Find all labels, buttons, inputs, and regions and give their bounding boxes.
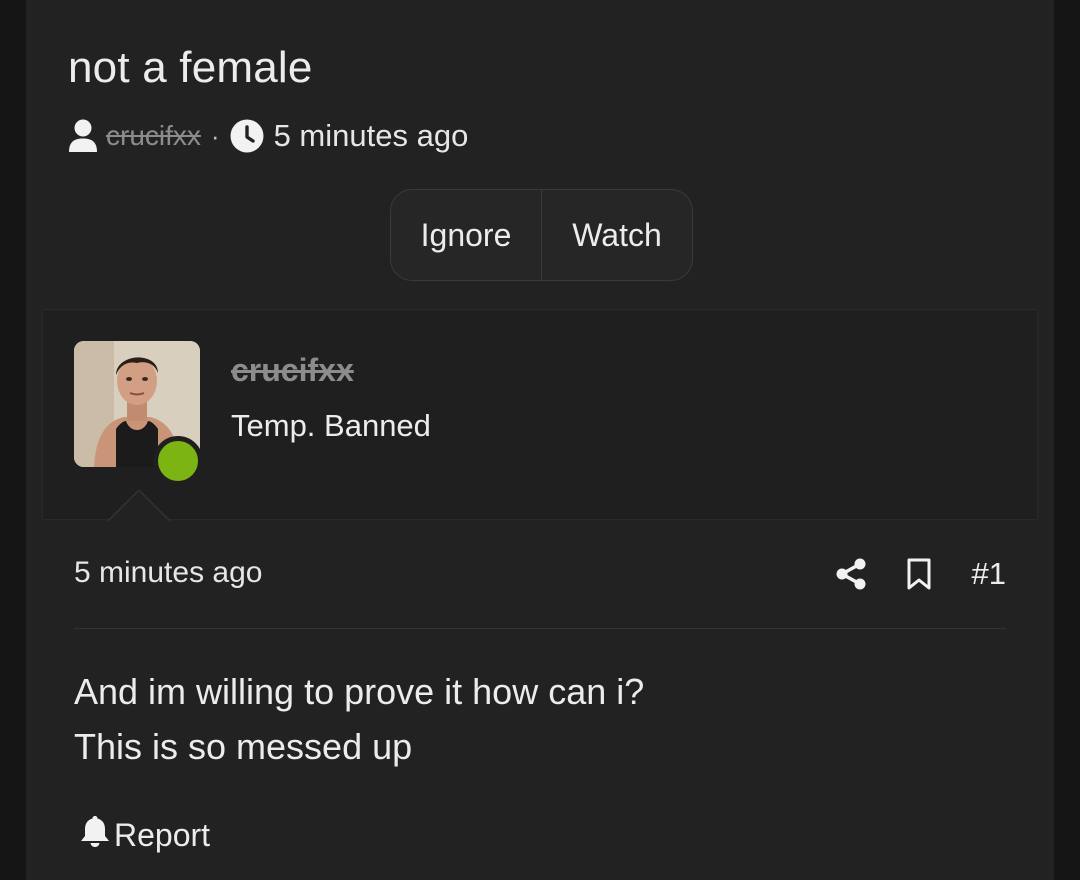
share-icon[interactable] [836,558,866,590]
post-divider [74,628,1006,629]
meta-separator: · [210,120,220,151]
post-username[interactable]: crucifxx [231,352,354,389]
thread-title: not a female [68,43,313,92]
thread-time[interactable]: 5 minutes ago [274,118,469,154]
bell-icon [80,814,110,856]
post-date[interactable]: 5 minutes ago [74,556,262,590]
thread-card: not a female crucifxx · 5 minutes ago Ig… [26,0,1054,880]
online-status-indicator [153,436,203,486]
ignore-button[interactable]: Ignore [391,190,541,280]
post-body: And im willing to prove it how can i? Th… [74,664,1004,774]
thread-action-buttons: Ignore Watch [390,189,693,281]
post-number-link[interactable]: #1 [972,556,1006,592]
page: not a female crucifxx · 5 minutes ago Ig… [0,0,1080,880]
user-icon [68,119,98,153]
clock-icon [230,119,264,153]
watch-button[interactable]: Watch [541,190,692,280]
bookmark-icon[interactable] [906,558,932,590]
post-user-block: crucifxx Temp. Banned [42,309,1038,522]
user-title: Temp. Banned [231,408,431,443]
thread-meta: crucifxx · 5 minutes ago [68,116,468,156]
thread-author-link[interactable]: crucifxx [106,120,201,152]
post-actions: #1 [796,552,1006,596]
post-meta-bar: 5 minutes ago #1 [74,548,1006,600]
post-body-line: This is so messed up [74,726,413,767]
report-label: Report [114,816,211,853]
report-button[interactable]: Report [80,814,210,856]
post-body-line: And im willing to prove it how can i? [74,671,645,712]
